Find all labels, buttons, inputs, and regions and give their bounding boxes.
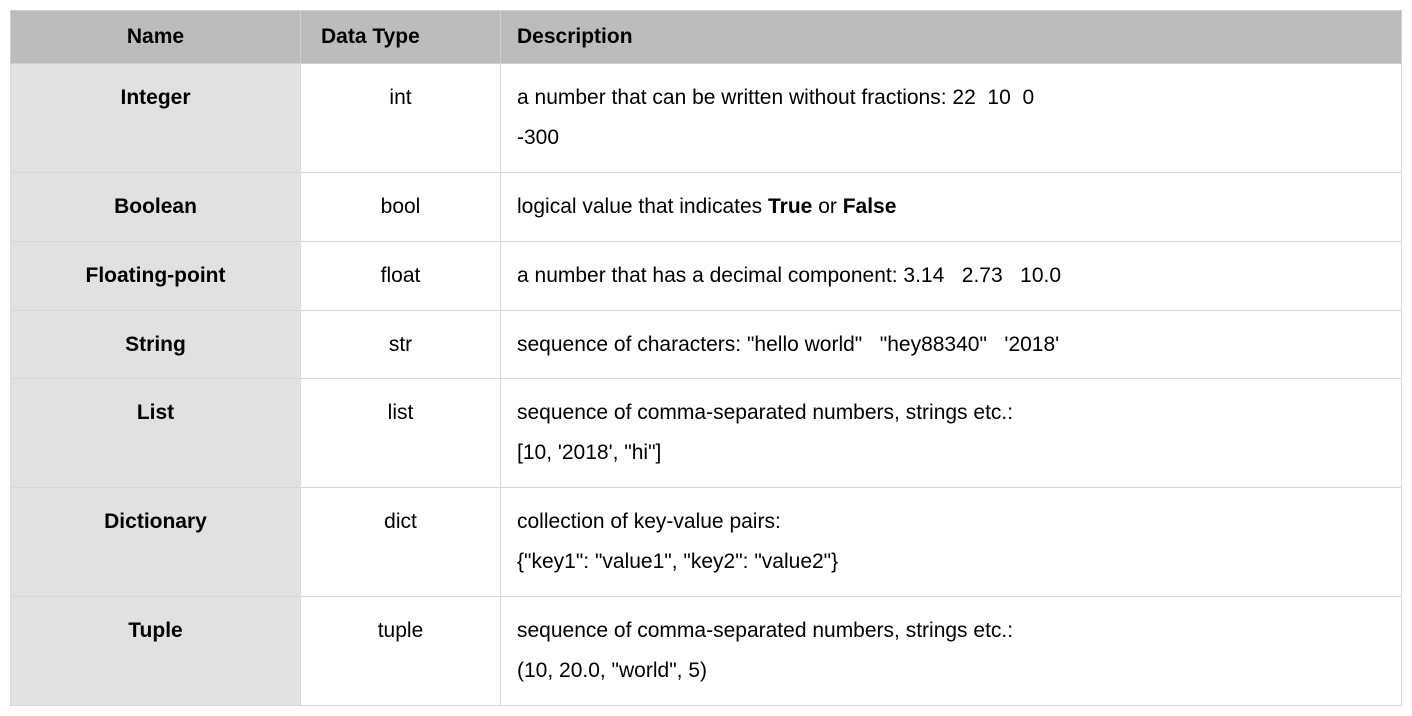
cell-name: Boolean <box>11 172 301 241</box>
cell-name: Tuple <box>11 597 301 706</box>
cell-desc: sequence of comma-separated numbers, str… <box>501 379 1402 488</box>
cell-type: str <box>301 310 501 379</box>
cell-desc: collection of key-value pairs:{"key1": "… <box>501 488 1402 597</box>
cell-type: dict <box>301 488 501 597</box>
header-desc: Description <box>501 11 1402 64</box>
table-row: List list sequence of comma-separated nu… <box>11 379 1402 488</box>
cell-type: tuple <box>301 597 501 706</box>
table-row: Dictionary dict collection of key-value … <box>11 488 1402 597</box>
table-row: Boolean bool logical value that indicate… <box>11 172 1402 241</box>
data-types-table: Name Data Type Description Integer int a… <box>10 10 1402 706</box>
cell-type: bool <box>301 172 501 241</box>
cell-desc: sequence of comma-separated numbers, str… <box>501 597 1402 706</box>
cell-name: List <box>11 379 301 488</box>
cell-name: Dictionary <box>11 488 301 597</box>
header-type: Data Type <box>301 11 501 64</box>
cell-type: int <box>301 64 501 173</box>
cell-desc: a number that has a decimal component: 3… <box>501 241 1402 310</box>
table-row: Floating-point float a number that has a… <box>11 241 1402 310</box>
cell-desc: a number that can be written without fra… <box>501 64 1402 173</box>
cell-type: float <box>301 241 501 310</box>
header-name: Name <box>11 11 301 64</box>
table-body: Integer int a number that can be written… <box>11 64 1402 706</box>
table-header-row: Name Data Type Description <box>11 11 1402 64</box>
cell-name: Floating-point <box>11 241 301 310</box>
table-row: Tuple tuple sequence of comma-separated … <box>11 597 1402 706</box>
table-row: String str sequence of characters: "hell… <box>11 310 1402 379</box>
table-row: Integer int a number that can be written… <box>11 64 1402 173</box>
cell-name: Integer <box>11 64 301 173</box>
cell-desc: sequence of characters: "hello world" "h… <box>501 310 1402 379</box>
cell-type: list <box>301 379 501 488</box>
cell-name: String <box>11 310 301 379</box>
cell-desc: logical value that indicates True or Fal… <box>501 172 1402 241</box>
